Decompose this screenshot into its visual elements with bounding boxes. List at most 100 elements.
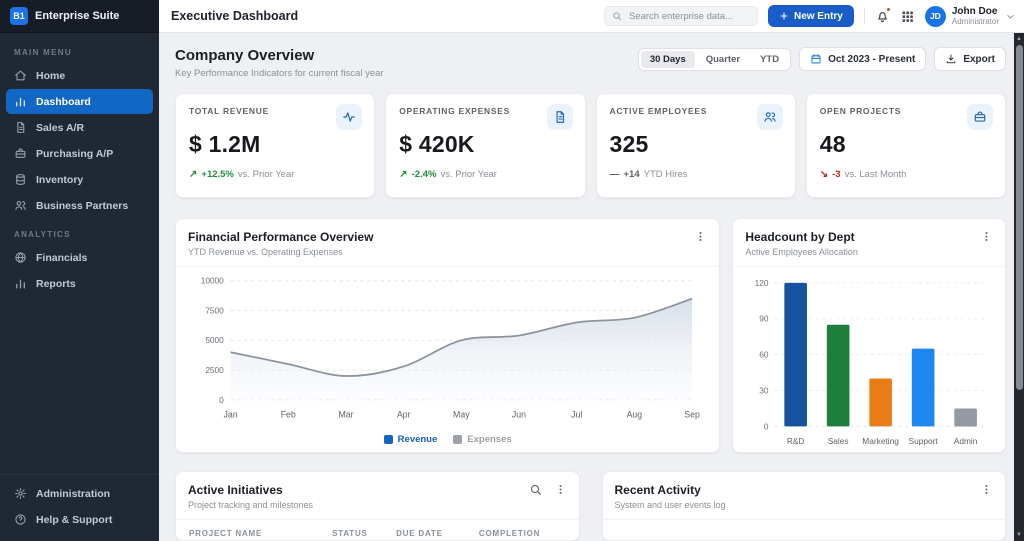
search-icon[interactable] (529, 483, 542, 496)
user-menu[interactable]: JD John Doe Administrator (924, 5, 1016, 27)
topbar-title: Executive Dashboard (171, 9, 299, 23)
legend-item-expenses[interactable]: Expenses (453, 434, 512, 445)
activity-title: Recent Activity (614, 483, 701, 497)
initiatives-header: Active Initiatives Project tracking and … (176, 472, 579, 520)
scrollbar-up-arrow-icon[interactable]: ▲ (1014, 34, 1024, 44)
scrollbar-down-arrow-icon[interactable]: ▼ (1014, 530, 1024, 540)
kpi-trend: — +14 YTD Hires (610, 169, 782, 180)
sidebar-item-business-partners[interactable]: Business Partners (6, 193, 153, 218)
sidebar-item-dashboard[interactable]: Dashboard (6, 89, 153, 114)
trend-arrow-icon: ↘ (819, 169, 829, 180)
sidebar-item-purchasing-a-p[interactable]: Purchasing A/P (6, 141, 153, 166)
grid-icon (900, 9, 915, 24)
date-picker-button[interactable]: Oct 2023 - Present (799, 47, 927, 71)
legend-item-revenue[interactable]: Revenue (383, 434, 437, 445)
range-tab-quarter[interactable]: Quarter (697, 51, 749, 68)
trend-value: +14 (623, 169, 640, 180)
bar-chart-svg: 0 30 60 90 120 R&D Sales Marketing Support Admin (755, 278, 988, 446)
sidebar-item-help-support[interactable]: Help & Support (6, 507, 153, 532)
download-icon (945, 53, 957, 65)
initiatives-header-text: Active Initiatives Project tracking and … (188, 483, 313, 510)
people-icon (756, 104, 783, 130)
trend-arrow-icon: ↗ (399, 169, 408, 180)
search-icon (612, 11, 622, 21)
trend-context: vs. Last Month (844, 169, 907, 180)
sidebar-item-financials[interactable]: Financials (6, 245, 153, 270)
kebab-menu-icon[interactable] (554, 483, 567, 496)
financial-chart-header: Financial Performance Overview YTD Reven… (176, 219, 720, 267)
sidebar-item-label: Purchasing A/P (36, 147, 114, 160)
activity-subtitle: System and user events log (614, 500, 726, 510)
global-search[interactable] (603, 6, 758, 26)
kebab-menu-icon[interactable] (980, 483, 993, 496)
avatar: JD (924, 5, 946, 27)
kpi-value: 48 (819, 131, 846, 157)
svg-text:Sales: Sales (828, 436, 849, 446)
svg-text:Jul: Jul (571, 409, 582, 419)
menu-section-label: MAIN MENU (14, 48, 72, 57)
table-column-project-name[interactable]: PROJECT NAME (189, 529, 332, 538)
notifications-button[interactable] (875, 6, 891, 24)
sidebar-item-sales-a-r[interactable]: Sales A/R (6, 115, 153, 140)
sidebar-item-reports[interactable]: Reports (6, 271, 153, 296)
svg-text:Support: Support (909, 436, 939, 446)
app-root: B1 Enterprise Suite MAIN MENU Home Dashb… (0, 0, 1024, 541)
kpi-value: $ 420K (399, 131, 475, 157)
initiatives-title: Active Initiatives (188, 483, 283, 497)
menu-section-label: ANALYTICS (14, 230, 71, 239)
sidebar-footer: Administration Help & Support (0, 474, 159, 541)
chart-legend: Revenue Expenses (176, 433, 719, 452)
financial-chart-subtitle: YTD Revenue vs. Operating Expenses (188, 247, 343, 257)
initiatives-subtitle: Project tracking and milestones (188, 500, 314, 510)
svg-text:Jun: Jun (512, 409, 526, 419)
sidebar-item-label: Financials (36, 251, 88, 264)
kebab-menu-icon[interactable] (694, 230, 707, 243)
sidebar-item-administration[interactable]: Administration (6, 481, 153, 506)
svg-text:120: 120 (755, 278, 769, 288)
kpi-card-total-revenue: TOTAL REVENUE $ 1.2M ↗ +12.5% vs. Prior … (175, 93, 376, 198)
headcount-chart-card: Headcount by Dept Active Employees Alloc… (732, 218, 1006, 453)
sidebar-item-label: Sales A/R (36, 121, 85, 134)
table-column-completion[interactable]: COMPLETION (479, 529, 566, 538)
kebab-menu-icon[interactable] (980, 230, 993, 243)
page-header: Company Overview Key Performance Indicat… (175, 47, 1006, 79)
sidebar-item-home[interactable]: Home (6, 63, 153, 88)
sidebar: B1 Enterprise Suite MAIN MENU Home Dashb… (0, 0, 159, 541)
new-entry-label: New Entry (793, 10, 843, 22)
scrollbar-thumb[interactable] (1015, 45, 1023, 390)
financial-area-chart: 0 2500 5000 7500 10000 Jan Feb Mar Apr May Jun Jul… (176, 267, 719, 433)
range-tab-30-days[interactable]: 30 Days (640, 50, 695, 68)
kpi-label: OPERATING EXPENSES (399, 106, 510, 116)
sidebar-item-label: Home (36, 69, 66, 82)
page-controls: 30 Days Quarter YTD Oct 2023 - Present Exp… (637, 47, 1006, 71)
content: Company Overview Key Performance Indicat… (159, 33, 1024, 541)
date-range-label: Oct 2023 - Present (828, 53, 916, 65)
new-entry-button[interactable]: New Entry (767, 5, 854, 27)
trend-value: +12.5% (201, 169, 234, 180)
range-tab-ytd[interactable]: YTD (751, 51, 788, 68)
trend-context: YTD Hires (643, 169, 688, 180)
export-button[interactable]: Export (934, 47, 1006, 71)
search-input[interactable] (626, 9, 750, 23)
page-subtitle: Key Performance Indicators for current f… (175, 68, 384, 79)
sidebar-item-label: Inventory (36, 173, 84, 186)
kpi-card-open-projects: OPEN PROJECTS 48 ↘ -3 vs. Last Month (805, 93, 1006, 198)
activity-header-text: Recent Activity System and user events l… (615, 483, 726, 510)
sidebar-item-label: Administration (36, 487, 111, 500)
initiatives-card: Active Initiatives Project tracking and … (175, 471, 580, 541)
svg-text:10000: 10000 (201, 276, 224, 286)
headcount-chart-actions (980, 230, 993, 243)
table-column-due-date[interactable]: DUE DATE (396, 529, 479, 538)
table-column-status[interactable]: STATUS (332, 529, 396, 538)
svg-text:0: 0 (764, 421, 769, 431)
kpi-value: 325 (609, 131, 649, 157)
brand-name: Enterprise Suite (35, 10, 120, 22)
initiatives-table-header: PROJECT NAME STATUS DUE DATE COMPLETION (176, 520, 579, 538)
plus-icon (779, 11, 789, 21)
sidebar-item-inventory[interactable]: Inventory (6, 167, 153, 192)
financial-chart-header-text: Financial Performance Overview YTD Reven… (188, 230, 373, 257)
page-scrollbar[interactable]: ▲ ▼ (1014, 33, 1024, 541)
brand[interactable]: B1 Enterprise Suite (0, 0, 159, 33)
apps-grid-button[interactable] (900, 9, 915, 24)
sidebar-item-label: Dashboard (36, 95, 91, 108)
